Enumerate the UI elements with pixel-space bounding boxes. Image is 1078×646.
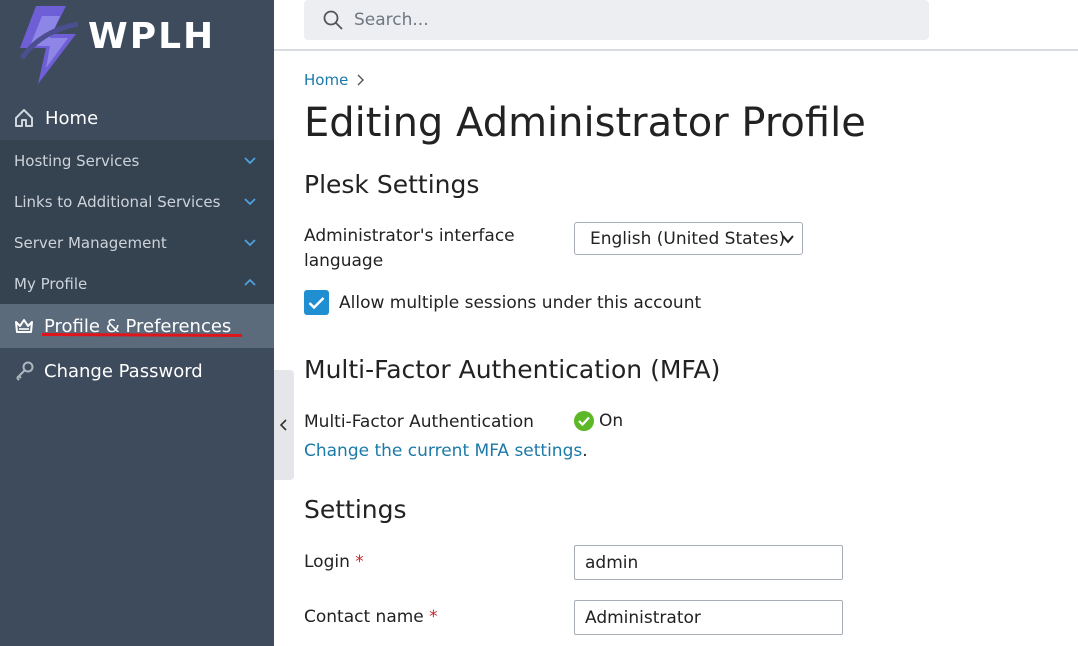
sidebar-section-additional-services[interactable]: Links to Additional Services: [0, 181, 274, 222]
login-input[interactable]: [574, 545, 843, 580]
sidebar-collapse-button[interactable]: [274, 370, 294, 480]
allow-sessions-row: Allow multiple sessions under this accou…: [304, 290, 701, 315]
mfa-link-suffix: .: [582, 441, 588, 461]
check-circle-icon: [574, 411, 594, 431]
search-icon: [323, 10, 343, 30]
key-icon: [16, 361, 34, 381]
contact-name-label-text: Contact name: [304, 607, 424, 627]
chevron-left-icon: [280, 419, 287, 431]
mfa-status: On: [574, 411, 623, 431]
mfa-label: Multi-Factor Authentication: [304, 412, 534, 432]
mfa-link-row: Change the current MFA settings.: [304, 441, 588, 461]
allow-sessions-label: Allow multiple sessions under this accou…: [339, 292, 702, 313]
sidebar: WPLH Home Hosting Services Links to Addi…: [0, 0, 274, 646]
language-label: Administrator's interface language: [304, 224, 515, 274]
chevron-down-icon: [244, 157, 256, 165]
language-select[interactable]: English (United States): [574, 222, 803, 255]
required-marker: *: [355, 552, 364, 572]
sidebar-item-profile-preferences[interactable]: Profile & Preferences: [0, 304, 274, 348]
crown-icon: [15, 319, 33, 333]
brand-logo[interactable]: WPLH: [0, 0, 274, 90]
brand-name: WPLH: [88, 16, 216, 57]
top-bar: [274, 0, 1078, 51]
sidebar-section-hosting-services[interactable]: Hosting Services: [0, 140, 274, 181]
section-label: Hosting Services: [14, 151, 140, 170]
chevron-down-icon: [782, 235, 794, 244]
required-marker: *: [429, 607, 438, 627]
sidebar-item-label: Change Password: [44, 360, 203, 382]
plesk-settings-heading: Plesk Settings: [304, 170, 480, 199]
annotation-underline: [42, 333, 242, 337]
chevron-down-icon: [244, 239, 256, 247]
search-box[interactable]: [304, 0, 929, 40]
sidebar-item-home[interactable]: Home: [0, 97, 274, 139]
chevron-up-icon: [244, 278, 256, 286]
change-mfa-settings-link[interactable]: Change the current MFA settings: [304, 441, 582, 461]
mfa-heading: Multi-Factor Authentication (MFA): [304, 355, 721, 384]
sidebar-item-label: Home: [45, 107, 99, 129]
allow-sessions-checkbox[interactable]: [304, 290, 329, 315]
contact-name-input[interactable]: [574, 600, 843, 635]
page-title: Editing Administrator Profile: [304, 100, 866, 146]
language-label-line1: Administrator's interface: [304, 226, 515, 246]
search-input[interactable]: [354, 10, 874, 30]
mfa-status-text: On: [599, 411, 624, 431]
breadcrumb: Home: [304, 71, 365, 89]
settings-heading: Settings: [304, 495, 407, 524]
language-label-line2: language: [304, 251, 384, 271]
breadcrumb-home-link[interactable]: Home: [304, 71, 348, 89]
chevron-down-icon: [244, 198, 256, 206]
sidebar-section-my-profile[interactable]: My Profile: [0, 263, 274, 304]
sidebar-section-server-management[interactable]: Server Management: [0, 222, 274, 263]
checkmark-icon: [308, 296, 325, 309]
lightning-logo-icon: [19, 6, 79, 84]
section-label: Links to Additional Services: [14, 192, 221, 211]
login-label: Login *: [304, 550, 364, 575]
login-label-text: Login: [304, 552, 350, 572]
section-label: My Profile: [14, 274, 88, 293]
home-icon: [15, 109, 33, 127]
sidebar-item-change-password[interactable]: Change Password: [0, 349, 274, 393]
language-select-value: English (United States): [590, 228, 786, 249]
contact-name-label: Contact name *: [304, 605, 438, 630]
chevron-right-icon: [357, 74, 365, 86]
section-label: Server Management: [14, 233, 167, 252]
